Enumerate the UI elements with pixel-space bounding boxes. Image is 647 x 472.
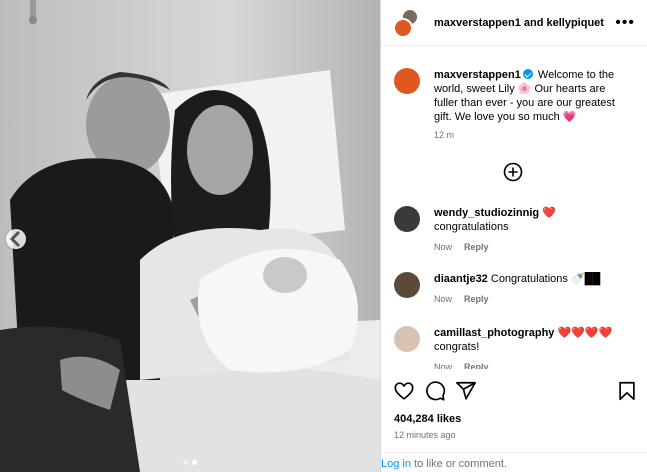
login-link[interactable]: Log in xyxy=(381,458,411,470)
more-options-button[interactable]: ••• xyxy=(615,14,635,32)
post-actions xyxy=(393,378,638,404)
caption: maxverstappen1 Welcome to the world, swe… xyxy=(394,68,634,142)
heart-icon[interactable] xyxy=(393,380,415,402)
post-author-title[interactable]: maxverstappen1 and kellypiquet xyxy=(434,17,615,29)
collab-avatars[interactable] xyxy=(393,7,421,38)
avatar[interactable] xyxy=(394,326,420,352)
comment-item: diaantje32 Congratulations 🍼██ Now Reply xyxy=(394,272,634,306)
post-timestamp[interactable]: 12 minutes ago xyxy=(394,430,456,440)
login-prompt-text: to like or comment. xyxy=(410,458,507,470)
comments-list[interactable]: maxverstappen1 Welcome to the world, swe… xyxy=(381,56,647,369)
post-side-panel: maxverstappen1 and kellypiquet ••• maxve… xyxy=(380,0,647,472)
comment-username[interactable]: diaantje32 xyxy=(434,273,488,285)
comment-username[interactable]: camillast_photography xyxy=(434,327,554,339)
login-prompt: Log in to like or comment. xyxy=(381,452,647,472)
carousel-dot xyxy=(183,460,188,465)
comment-time: Now xyxy=(434,242,453,252)
post-photo xyxy=(0,0,380,472)
likes-count[interactable]: 404,284 likes xyxy=(394,413,461,425)
caption-username[interactable]: maxverstappen1 xyxy=(434,69,521,81)
comment-text: Congratulations 🍼██ xyxy=(487,273,601,285)
reply-button[interactable]: Reply xyxy=(464,360,489,369)
comment-text-line2: congratulations xyxy=(434,221,509,233)
avatar[interactable] xyxy=(394,68,420,94)
load-more-comments-icon[interactable] xyxy=(503,162,523,182)
chevron-left-icon xyxy=(9,230,21,248)
comment-text: ❤️ xyxy=(539,207,556,219)
comment-text-line2: congrats! xyxy=(434,341,480,353)
carousel-previous-button[interactable] xyxy=(6,229,26,249)
comment-time: Now xyxy=(434,362,453,369)
verified-badge-icon xyxy=(522,69,533,79)
avatar-maxverstappen1 xyxy=(393,17,413,38)
reply-button[interactable]: Reply xyxy=(464,240,489,254)
post-header: maxverstappen1 and kellypiquet ••• xyxy=(381,0,647,46)
comment-item: camillast_photography ❤️❤️❤️❤️ congrats!… xyxy=(394,326,634,369)
newborn-photo-illustration xyxy=(0,0,380,472)
avatar[interactable] xyxy=(394,206,420,232)
reply-button[interactable]: Reply xyxy=(464,292,489,306)
carousel-indicator xyxy=(183,460,197,465)
caption-time: 12 m xyxy=(434,130,455,140)
comment-username[interactable]: wendy_studiozinnig xyxy=(434,207,539,219)
avatar[interactable] xyxy=(394,272,420,298)
share-icon[interactable] xyxy=(455,380,477,402)
comment-text: ❤️❤️❤️❤️ xyxy=(554,327,613,339)
bookmark-icon[interactable] xyxy=(616,380,638,402)
carousel-dot-active xyxy=(192,460,197,465)
comment-time: Now xyxy=(434,294,453,304)
comment-item: wendy_studiozinnig ❤️ congratulations No… xyxy=(394,206,634,254)
comment-icon[interactable] xyxy=(424,380,446,402)
